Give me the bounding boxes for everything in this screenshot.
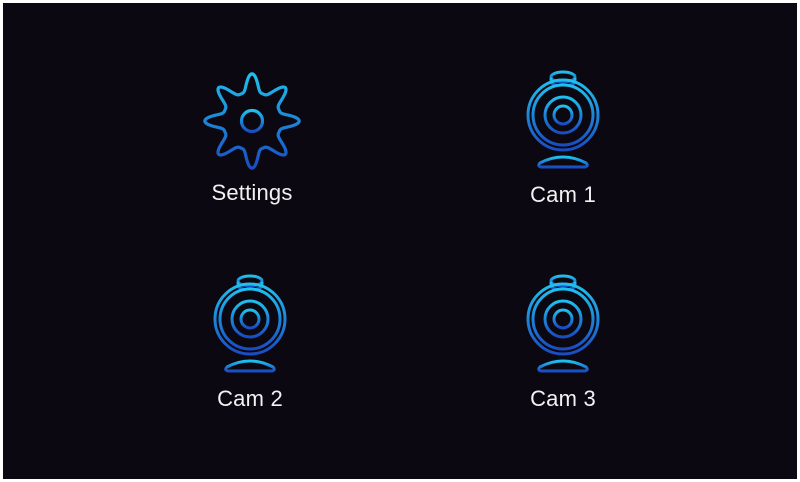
cam-1-tile[interactable]: Cam 1: [483, 67, 643, 217]
settings-tile[interactable]: Settings: [172, 67, 332, 217]
webcam-icon: [526, 70, 600, 169]
gear-icon: [203, 72, 301, 170]
cam-3-label: Cam 3: [530, 386, 596, 411]
cam-1-label: Cam 1: [530, 182, 596, 207]
settings-label: Settings: [211, 180, 293, 205]
cam-2-label: Cam 2: [217, 386, 283, 411]
app-screen: Settings Cam 1 Cam 2 Cam 3: [3, 3, 797, 479]
webcam-icon: [526, 274, 600, 373]
cam-2-tile[interactable]: Cam 2: [170, 271, 330, 421]
cam-3-tile[interactable]: Cam 3: [483, 271, 643, 421]
webcam-icon: [213, 274, 287, 373]
